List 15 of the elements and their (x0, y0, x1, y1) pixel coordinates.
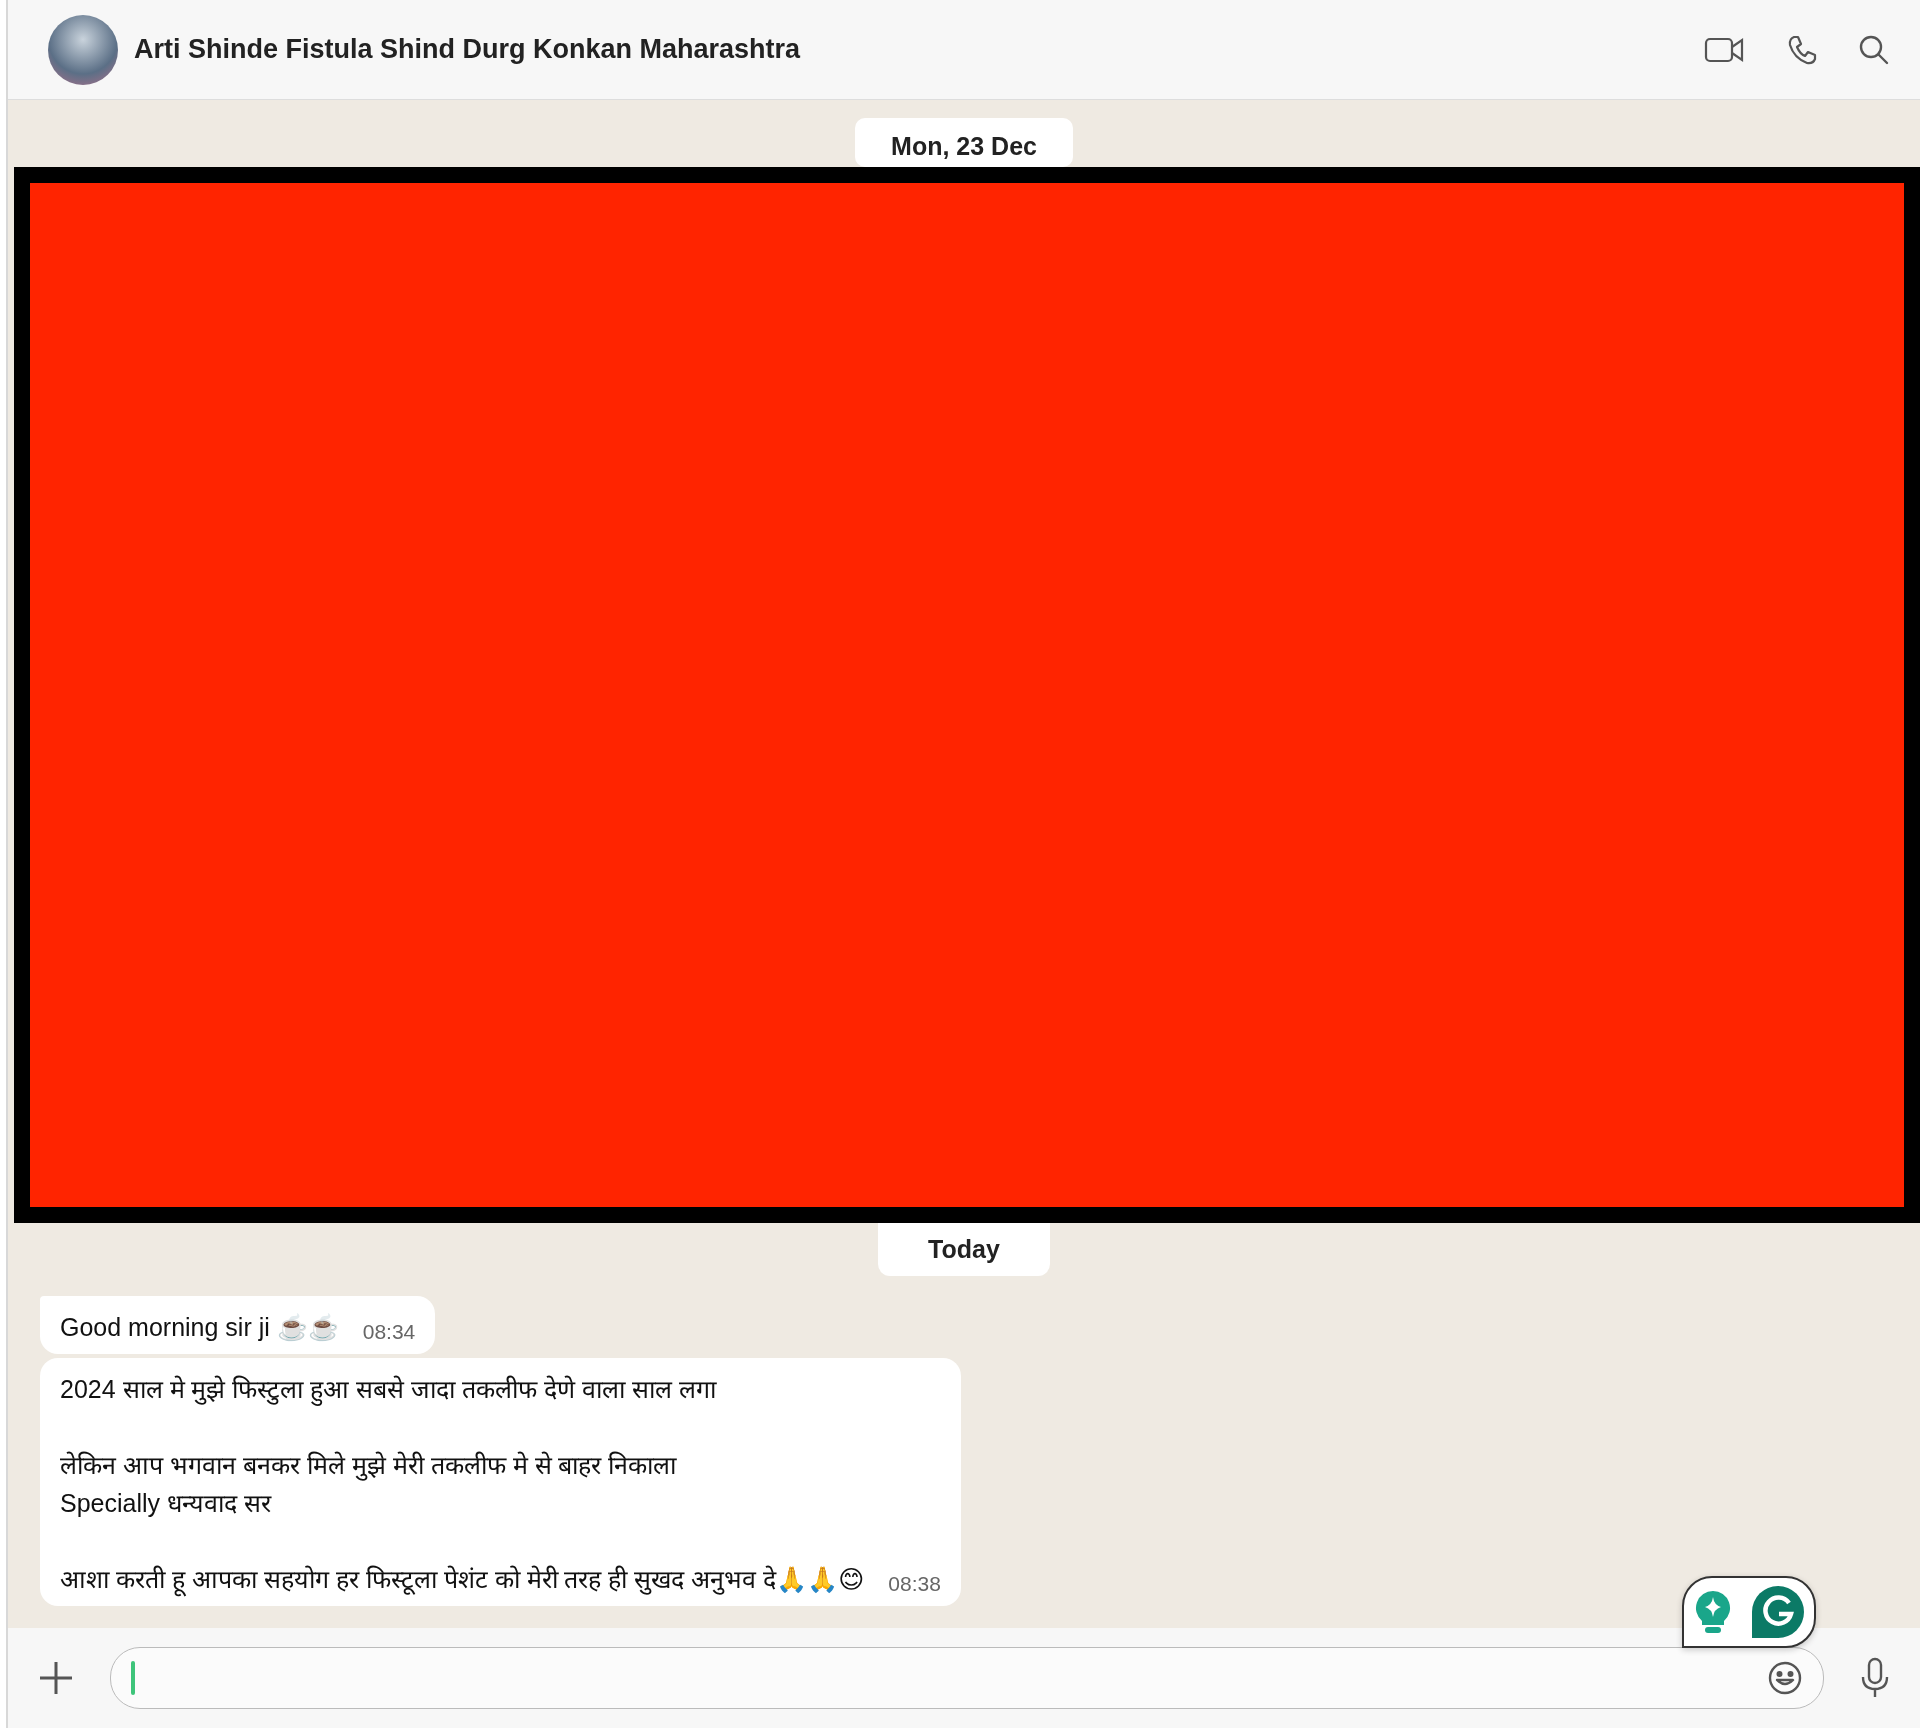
grammarly-widget[interactable] (1682, 1576, 1816, 1648)
plus-icon[interactable] (38, 1660, 74, 1696)
microphone-icon[interactable] (1860, 1657, 1890, 1699)
contact-name[interactable]: Arti Shinde Fistula Shind Durg Konkan Maharashtra (134, 34, 1688, 65)
message-time: 08:38 (888, 1572, 941, 1597)
message-time: 08:34 (362, 1320, 416, 1345)
date-label: Mon, 23 Dec (855, 118, 1073, 167)
message-input-field[interactable] (110, 1647, 1824, 1709)
g-logo-icon[interactable] (1749, 1584, 1806, 1640)
search-icon[interactable] (1858, 33, 1890, 66)
smiley-icon[interactable] (1767, 1660, 1803, 1696)
phone-icon[interactable] (1786, 33, 1818, 66)
message-text: 2024 साल मे मुझे फिस्टुला हुआ सबसे जादा तकलीफ देणे वाला साल लगा लेकिन आप भगवान बनकर मिले मुझे मेरी तकलीफ मे से बाहर निकाला Specially धन्यवाद सर आशा करती हू आपका सहयोग हर फिस्टूला पेशंट को मेरी तरह ही सुखद अनुभव दे🙏🙏😊 (60, 1370, 865, 1598)
date-label: Today (878, 1223, 1050, 1276)
message-text: Good morning sir ji ☕☕ (60, 1312, 339, 1343)
